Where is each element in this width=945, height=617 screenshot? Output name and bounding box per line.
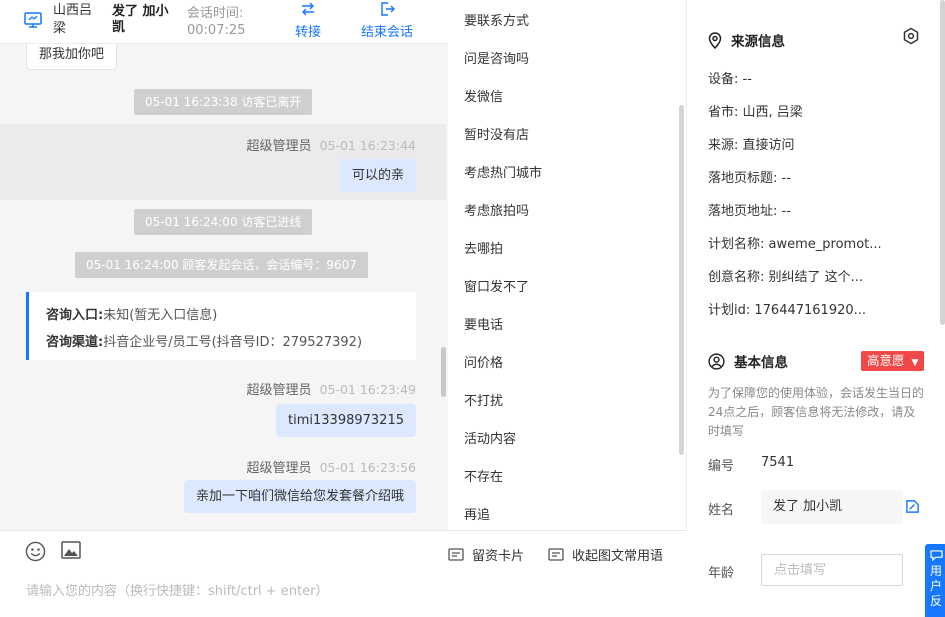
customer-id-label: 编号: [708, 459, 735, 474]
collapse-phrases-button[interactable]: 收起图文常用语: [548, 545, 663, 564]
visitor-location: 山西吕梁: [53, 3, 93, 36]
source-province: 省市: 山西, 吕梁: [708, 105, 803, 120]
outgoing-message-bubble: 可以的亲: [339, 159, 416, 192]
end-session-button[interactable]: 结束会话: [356, 0, 418, 40]
chat-scrollbar[interactable]: [441, 347, 446, 397]
quick-phrase-item[interactable]: 发微信: [464, 86, 503, 105]
visitor-info-panel: 来源信息 设备: -- 省市: 山西, 吕梁 来源: 直接访问 落地页标题: -…: [688, 0, 945, 617]
source-device: 设备: --: [708, 72, 752, 87]
transfer-label: 转接: [294, 25, 321, 40]
hexagon-settings-icon[interactable]: [902, 27, 920, 45]
card-icon: [448, 547, 464, 561]
image-icon[interactable]: [61, 541, 81, 559]
customer-id-value: 7541: [761, 455, 795, 470]
session-duration: 00:07:25: [187, 23, 246, 38]
quick-phrase-item[interactable]: 问是咨询吗: [464, 48, 529, 67]
message-composer[interactable]: 请输入您的内容（换行快捷键：shift/ctrl + enter）: [0, 530, 448, 617]
customer-name-field[interactable]: 发了 加小凯: [761, 490, 903, 524]
intent-level-label: 高意愿: [867, 353, 905, 368]
chat-header: 山西吕梁 发了 加小凯 会话时间: 00:07:25 转接 结束会话: [0, 0, 448, 44]
intent-level-dropdown[interactable]: 高意愿 ▼: [861, 351, 925, 371]
quick-phrase-item[interactable]: 暂时没有店: [464, 124, 529, 143]
customer-age-input[interactable]: [761, 554, 903, 586]
user-feedback-label: 用户反: [929, 564, 942, 608]
lead-card-button[interactable]: 留资卡片: [448, 545, 524, 564]
card-icon: [548, 547, 564, 561]
consult-entry-row: 咨询入口:未知(暂无入口信息): [46, 302, 416, 329]
session-duration-label: 会话时间:: [187, 6, 244, 21]
consult-channel-value: 抖音企业号/员工号(抖音号ID：279527392): [103, 335, 363, 350]
customer-name-label: 姓名: [708, 503, 735, 518]
source-landing-url: 落地页地址: --: [708, 204, 791, 219]
quick-phrase-item[interactable]: 窗口发不了: [464, 276, 529, 295]
message-input-placeholder[interactable]: 请输入您的内容（换行快捷键：shift/ctrl + enter）: [26, 580, 329, 599]
user-circle-icon: [708, 352, 725, 370]
exit-icon: [381, 2, 395, 16]
basic-info-title: 基本信息: [734, 355, 788, 371]
source-plan-name: 计划名称: aweme_promot...: [708, 237, 882, 252]
source-info-heading: 来源信息: [708, 30, 785, 50]
emoji-icon[interactable]: [25, 541, 46, 562]
end-session-label: 结束会话: [360, 25, 413, 40]
consult-info-card: 咨询入口:未知(暂无入口信息) 咨询渠道:抖音企业号/员工号(抖音号ID：279…: [26, 292, 416, 360]
quick-phrase-item[interactable]: 活动内容: [464, 428, 516, 447]
quick-phrase-item[interactable]: 问价格: [464, 352, 503, 371]
visitor-panel-scrollbar[interactable]: [940, 0, 945, 325]
quick-phrase-item[interactable]: 再追: [464, 504, 490, 523]
quick-phrase-scrollbar[interactable]: [679, 105, 684, 455]
message-time: 05-01 16:23:56: [319, 460, 416, 475]
basic-info-heading: 基本信息: [708, 351, 788, 371]
location-pin-icon: [708, 31, 722, 49]
chat-bubble-icon: [929, 550, 943, 561]
source-landing-title: 落地页标题: --: [708, 171, 791, 186]
source-plan-id: 计划id: 176447161920...: [708, 303, 867, 318]
message-author: 超级管理员: [246, 139, 312, 154]
system-notice: 05-01 16:23:38 访客已离开: [134, 89, 313, 115]
quick-phrases-panel: 要联系方式问是咨询吗发微信暂时没有店考虑热门城市 考虑旅拍吗去哪拍窗口发不了要电话…: [448, 0, 687, 617]
basic-info-notice: 为了保障您的使用体验，会话发生当日的24点之后，顾客信息将无法修改，请及时填写: [708, 386, 925, 438]
edit-icon[interactable]: [905, 499, 920, 514]
message-author: 超级管理员: [246, 461, 312, 476]
quick-phrase-item[interactable]: 要电话: [464, 314, 503, 333]
message-meta: 超级管理员 05-01 16:23:49: [247, 379, 416, 398]
quick-phrase-item[interactable]: 去哪拍: [464, 238, 503, 257]
collapse-phrases-label: 收起图文常用语: [572, 549, 664, 564]
quick-phrase-item[interactable]: 不存在: [464, 466, 503, 485]
consult-channel-label: 咨询渠道:: [46, 335, 104, 350]
transfer-button[interactable]: 转接: [290, 0, 326, 40]
quick-phrase-item[interactable]: 要联系方式: [464, 10, 529, 29]
consult-entry-value: 未知(暂无入口信息): [103, 308, 218, 323]
system-notice: 05-01 16:24:00 顾客发起会话，会话编号：9607: [75, 252, 368, 278]
quick-phrase-item[interactable]: 考虑旅拍吗: [464, 200, 529, 219]
source-creative-name: 创意名称: 别纠结了 这个...: [708, 270, 864, 285]
message-meta: 超级管理员 05-01 16:23:56: [247, 457, 416, 476]
message-meta: 超级管理员 05-01 16:23:44: [247, 135, 416, 154]
lead-card-label: 留资卡片: [472, 549, 525, 564]
chat-panel: 山西吕梁 发了 加小凯 会话时间: 00:07:25 转接 结束会话 那我加你吧…: [0, 0, 448, 617]
message-author: 超级管理员: [246, 383, 312, 398]
consult-entry-label: 咨询入口:: [46, 308, 104, 323]
quick-phrase-footer: 留资卡片 收起图文常用语: [448, 530, 687, 617]
visitor-name: 发了 加小凯: [112, 4, 169, 35]
consult-channel-row: 咨询渠道:抖音企业号/员工号(抖音号ID：279527392): [46, 329, 416, 356]
message-time: 05-01 16:23:49: [319, 382, 416, 397]
quick-phrase-item[interactable]: 不打扰: [464, 390, 503, 409]
monitor-icon: [24, 12, 42, 28]
message-time: 05-01 16:23:44: [319, 138, 416, 153]
source-info-title: 来源信息: [731, 34, 785, 50]
user-feedback-tab[interactable]: 用户反: [925, 544, 945, 617]
outgoing-message-bubble: 亲加一下咱们微信给您发套餐介绍哦: [183, 480, 416, 513]
source-origin: 来源: 直接访问: [708, 138, 795, 153]
message-list[interactable]: 那我加你吧 05-01 16:23:38 访客已离开 超级管理员 05-01 16…: [0, 38, 448, 530]
caret-down-icon: ▼: [911, 358, 919, 368]
outgoing-message-bubble: timi13398973215: [276, 404, 416, 437]
transfer-arrows-icon: [302, 2, 314, 16]
customer-age-label: 年龄: [708, 566, 735, 581]
system-notice: 05-01 16:24:00 访客已进线: [134, 209, 313, 235]
quick-phrase-item[interactable]: 考虑热门城市: [464, 162, 542, 181]
